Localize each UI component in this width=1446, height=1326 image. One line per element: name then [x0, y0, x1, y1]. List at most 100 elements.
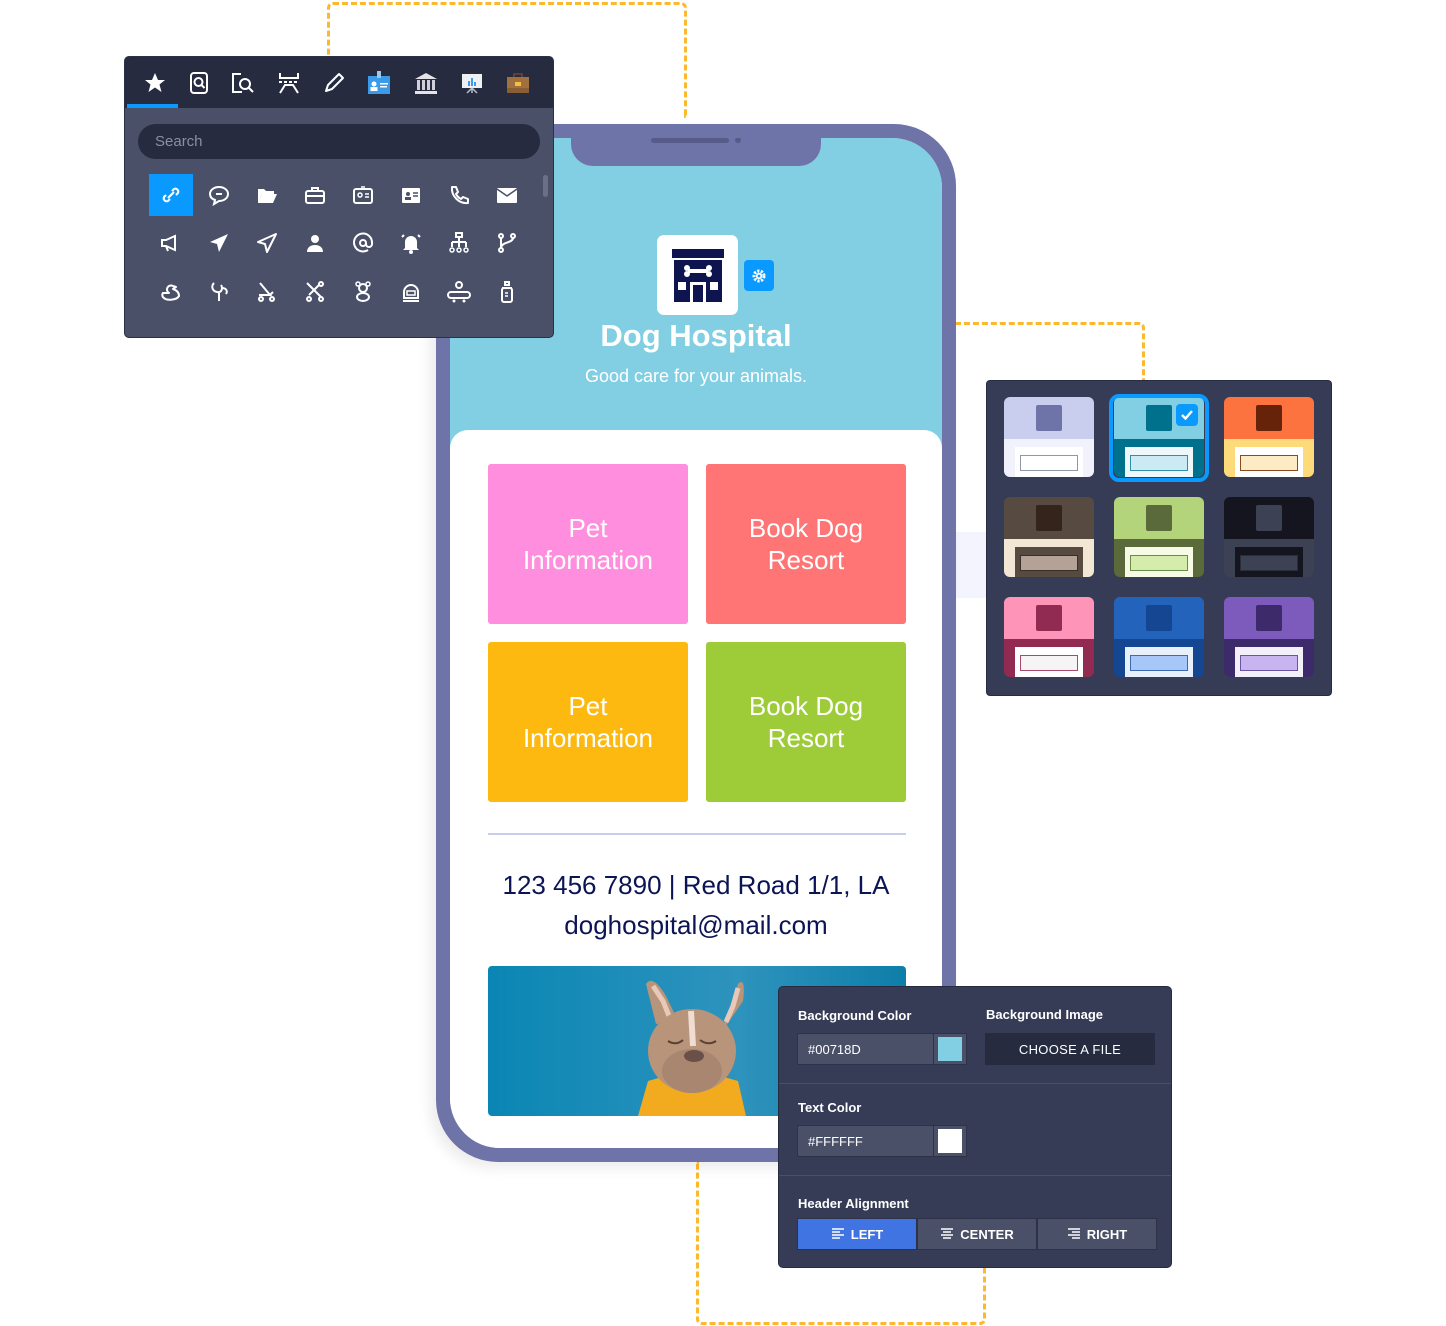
phone-icon [450, 186, 469, 205]
header-alignment-label: Header Alignment [798, 1196, 909, 1211]
contact-card-icon [402, 188, 420, 203]
baby-rattle-icon [211, 282, 228, 301]
tab-presentation[interactable] [452, 65, 492, 101]
stroller-folded-icon [306, 281, 324, 302]
icon-option-org-chart[interactable] [437, 222, 481, 264]
text-color-picker[interactable] [933, 1125, 967, 1157]
icon-option-git-branch[interactable] [485, 222, 529, 264]
align-right-label: RIGHT [1086, 1226, 1128, 1242]
theme-field-preview [1020, 455, 1078, 471]
icon-option-chat-bubble[interactable] [197, 174, 241, 216]
align-center-label: CENTER [960, 1226, 1014, 1242]
file-search-icon [232, 73, 254, 93]
stroller-icon [258, 282, 275, 302]
align-left-icon [831, 1228, 844, 1239]
icon-option-teddy-bear[interactable] [341, 271, 385, 313]
theme-field-preview [1020, 555, 1078, 571]
theme-option-lavender[interactable] [1004, 397, 1094, 477]
tile-book-dog-resort[interactable]: Book Dog Resort [706, 464, 906, 624]
icon-option-contact-card[interactable] [389, 174, 433, 216]
theme-option-brown[interactable] [1004, 497, 1094, 577]
gear-icon [752, 269, 766, 282]
tab-favorites[interactable] [135, 65, 175, 101]
link-icon [162, 187, 180, 203]
icon-option-baby-bottle[interactable] [485, 271, 529, 313]
theme-logo-preview [1256, 405, 1282, 431]
align-left-label: LEFT [850, 1226, 884, 1242]
tab-document-search[interactable] [179, 65, 219, 101]
icon-option-user[interactable] [293, 222, 337, 264]
checkmark-icon [1181, 410, 1193, 421]
envelope-icon [496, 188, 518, 203]
scrollbar-thumb[interactable] [543, 175, 548, 197]
text-color-label: Text Color [798, 1100, 862, 1115]
icon-option-stroller-folded[interactable] [293, 271, 337, 313]
tab-edit[interactable] [314, 65, 354, 101]
contact-email: doghospital@mail.com [564, 910, 828, 940]
theme-option-blue[interactable] [1114, 597, 1204, 677]
icon-option-baby-scale[interactable] [389, 271, 433, 313]
align-left-button[interactable]: LEFT [797, 1218, 917, 1250]
choose-file-button[interactable]: CHOOSE A FILE [985, 1033, 1155, 1065]
icon-option-baby-rattle[interactable] [197, 271, 241, 313]
align-right-icon [1067, 1228, 1080, 1239]
theme-field-preview [1130, 555, 1188, 571]
theme-option-pink[interactable] [1004, 597, 1094, 677]
theme-logo-preview [1146, 505, 1172, 531]
icon-option-paper-plane-outline[interactable] [245, 222, 289, 264]
theme-option-purple[interactable] [1224, 597, 1314, 677]
icon-option-folder-open[interactable] [245, 174, 289, 216]
hospital-icon [672, 249, 724, 302]
icon-option-megaphone[interactable] [149, 222, 193, 264]
icon-option-bell-ringing[interactable] [389, 222, 433, 264]
icon-option-baby-crib[interactable] [437, 271, 481, 313]
icon-option-phone[interactable] [437, 174, 481, 216]
icon-option-id-card[interactable] [341, 174, 385, 216]
tab-table[interactable] [269, 65, 309, 101]
section-divider [779, 1175, 1171, 1176]
camera-dot [735, 138, 741, 143]
table-row-icon [279, 73, 299, 94]
text-color-input[interactable]: #FFFFFF [797, 1125, 934, 1157]
pencil-icon [325, 73, 344, 92]
background-color-input[interactable]: #00718D [797, 1033, 934, 1065]
tile-book-dog-resort[interactable]: Book Dog Resort [706, 642, 906, 802]
background-color-picker[interactable] [933, 1033, 967, 1065]
app-logo[interactable] [657, 235, 738, 315]
briefcase-outline-icon [305, 187, 325, 204]
teddy-bear-icon [355, 281, 371, 302]
section-divider [779, 1083, 1171, 1084]
rubber-duck-icon [161, 284, 180, 301]
icon-option-rubber-duck[interactable] [149, 271, 193, 313]
theme-field-preview [1240, 555, 1298, 571]
briefcase-icon [507, 73, 529, 93]
bell-ringing-icon [401, 234, 421, 254]
theme-option-olive[interactable] [1114, 497, 1204, 577]
tile-pet-information[interactable]: Pet Information [488, 642, 688, 802]
tile-label: Pet Information [522, 691, 654, 753]
icon-option-briefcase-outline[interactable] [293, 174, 337, 216]
id-badge-icon [368, 71, 390, 94]
icon-option-stroller[interactable] [245, 271, 289, 313]
icon-option-paper-plane-filled[interactable] [197, 222, 241, 264]
phone-notch [571, 138, 821, 166]
icon-option-envelope[interactable] [485, 174, 529, 216]
tab-file-search[interactable] [223, 65, 263, 101]
align-center-button[interactable]: CENTER [917, 1218, 1037, 1250]
tab-business[interactable] [498, 65, 538, 101]
tab-finance[interactable] [406, 65, 446, 101]
connector-line-right [955, 322, 1145, 382]
theme-option-dark[interactable] [1224, 497, 1314, 577]
icon-option-at-sign[interactable] [341, 222, 385, 264]
logo-settings-button[interactable] [744, 260, 774, 291]
tab-id-badge[interactable] [359, 65, 399, 101]
align-right-button[interactable]: RIGHT [1037, 1218, 1157, 1250]
tile-label: Pet Information [522, 513, 654, 575]
theme-logo-preview [1146, 605, 1172, 631]
theme-logo-preview [1036, 405, 1062, 431]
tile-pet-information[interactable]: Pet Information [488, 464, 688, 624]
theme-option-orange[interactable] [1224, 397, 1314, 477]
active-tab-indicator [127, 104, 178, 108]
icon-search-input[interactable] [138, 124, 540, 159]
icon-option-link[interactable] [149, 174, 193, 216]
